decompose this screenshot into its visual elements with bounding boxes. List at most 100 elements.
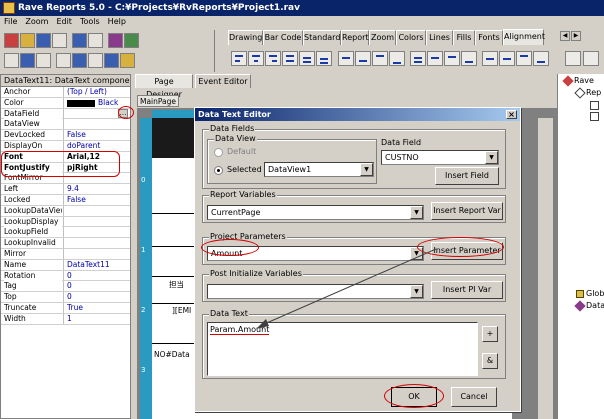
property-row[interactable]: DevLocked False [1, 130, 130, 141]
tab-standard[interactable]: Standard [303, 30, 341, 45]
cut-icon[interactable] [4, 53, 19, 68]
property-row[interactable]: Anchor (Top / Left) [1, 87, 130, 98]
insert-field-button[interactable]: Insert Field [435, 167, 499, 185]
property-row[interactable]: Mirror [1, 248, 130, 260]
radio-default[interactable] [214, 148, 223, 157]
tab-bar-code[interactable]: Bar Code [263, 30, 303, 45]
execute-icon[interactable] [124, 33, 139, 48]
move-down-icon[interactable] [533, 51, 549, 66]
menu-help[interactable]: Help [104, 16, 130, 28]
property-row[interactable]: Tag 0 [1, 281, 130, 293]
property-value[interactable]: 0 [67, 281, 128, 291]
property-row[interactable]: Left 9.4 [1, 184, 130, 195]
tab-page-designer[interactable]: Page Designer [135, 74, 193, 99]
palette-extra2-icon[interactable] [583, 51, 599, 66]
radio-selected[interactable] [214, 166, 223, 175]
copy-icon[interactable] [20, 53, 35, 68]
property-row[interactable]: DataView [1, 119, 130, 131]
grid-icon[interactable] [56, 53, 71, 68]
property-row[interactable]: LookupInvalid [1, 238, 130, 249]
property-row[interactable]: LookupDisplay [1, 216, 130, 228]
center-vertical-icon[interactable] [389, 51, 405, 66]
tree-item-rave[interactable]: Rave [574, 76, 594, 85]
align-left-icon[interactable] [231, 51, 247, 66]
tree-item-global[interactable]: Glob [586, 289, 604, 298]
dialog-close-button[interactable]: × [506, 110, 517, 119]
property-row[interactable]: LookupDataView [1, 205, 130, 217]
table-icon[interactable] [72, 53, 87, 68]
tab-alignment[interactable]: Alignment [503, 29, 545, 45]
menu-tools[interactable]: Tools [76, 16, 104, 28]
new-global-page-icon[interactable] [72, 33, 87, 48]
palette-extra-icon[interactable] [565, 51, 581, 66]
list-icon[interactable] [88, 53, 103, 68]
open-icon[interactable] [20, 33, 35, 48]
align-bottom-icon[interactable] [316, 51, 332, 66]
center-horizontal-icon[interactable] [372, 51, 388, 66]
move-up-icon[interactable] [516, 51, 532, 66]
chevron-down-icon[interactable]: ▼ [360, 163, 373, 176]
property-value[interactable]: (Top / Left) [67, 87, 128, 97]
insert-pi-var-button[interactable]: Insert PI Var [431, 281, 503, 299]
designer-scrollbar[interactable] [537, 118, 553, 419]
data-view-select[interactable]: DataView1 ▼ [264, 162, 374, 177]
property-row[interactable]: Top 0 [1, 292, 130, 303]
plus-button[interactable]: + [482, 326, 498, 342]
move-right-icon[interactable] [499, 51, 515, 66]
chevron-down-icon[interactable]: ▼ [410, 206, 423, 219]
tab-drawing[interactable]: Drawing [228, 30, 263, 45]
tab-event-editor[interactable]: Event Editor [195, 74, 251, 88]
tree-item-reports[interactable]: Rep [586, 88, 601, 97]
property-row[interactable]: Name DataText11 [1, 259, 130, 271]
property-value[interactable]: 0 [67, 271, 128, 281]
property-row[interactable]: DataField… [1, 108, 130, 120]
cancel-button[interactable]: Cancel [451, 387, 497, 407]
property-row[interactable]: Locked False [1, 194, 130, 206]
property-value[interactable]: True [67, 303, 128, 313]
space-vertical-icon[interactable] [355, 51, 371, 66]
property-row[interactable]: Rotation 0 [1, 270, 130, 282]
tab-lines[interactable]: Lines [426, 30, 453, 45]
wrench-icon[interactable] [120, 53, 135, 68]
preview-icon[interactable] [108, 33, 123, 48]
property-row[interactable]: Truncate True [1, 302, 130, 314]
tool-icon[interactable] [104, 53, 119, 68]
data-field-select[interactable]: CUSTNO ▼ [381, 150, 499, 165]
new-dataview-icon[interactable] [88, 33, 103, 48]
ampersand-button[interactable]: & [482, 353, 498, 369]
property-value[interactable]: False [67, 195, 128, 205]
property-row[interactable]: Width 1 [1, 313, 130, 325]
property-value[interactable]: 1 [67, 314, 128, 324]
tree-item-data[interactable]: Data [586, 301, 604, 310]
property-row[interactable]: LookupField [1, 227, 130, 239]
tab-colors[interactable]: Colors [396, 30, 426, 45]
align-middle-icon[interactable] [299, 51, 315, 66]
insert-report-var-button[interactable]: Insert Report Var [431, 202, 503, 220]
bring-front-icon[interactable] [444, 51, 460, 66]
move-left-icon[interactable] [482, 51, 498, 66]
align-center-icon[interactable] [248, 51, 264, 66]
save-icon[interactable] [36, 33, 51, 48]
report-variable-select[interactable]: CurrentPage ▼ [207, 205, 424, 220]
palette-scroll-right-icon[interactable]: ▶ [571, 31, 581, 41]
property-row[interactable]: Color Black [1, 97, 130, 109]
property-value[interactable]: DataText11 [67, 260, 128, 270]
equal-width-icon[interactable] [410, 51, 426, 66]
chevron-down-icon[interactable]: ▼ [485, 151, 498, 164]
new-project-icon[interactable] [4, 33, 19, 48]
tab-report[interactable]: Report [341, 30, 369, 45]
property-value[interactable]: 0 [67, 292, 128, 302]
property-value[interactable]: doParent [67, 141, 128, 151]
tab-fonts[interactable]: Fonts [475, 30, 503, 45]
tab-fills[interactable]: Fills [453, 30, 475, 45]
equal-height-icon[interactable] [427, 51, 443, 66]
property-value[interactable]: False [67, 130, 128, 140]
tab-zoom[interactable]: Zoom [369, 30, 396, 45]
menu-zoom[interactable]: Zoom [21, 16, 52, 28]
tab-main-page[interactable]: MainPage [137, 95, 179, 107]
menu-file[interactable]: File [0, 16, 21, 28]
new-report-icon[interactable] [52, 33, 67, 48]
paste-icon[interactable] [36, 53, 51, 68]
space-horizontal-icon[interactable] [338, 51, 354, 66]
align-right-icon[interactable] [265, 51, 281, 66]
